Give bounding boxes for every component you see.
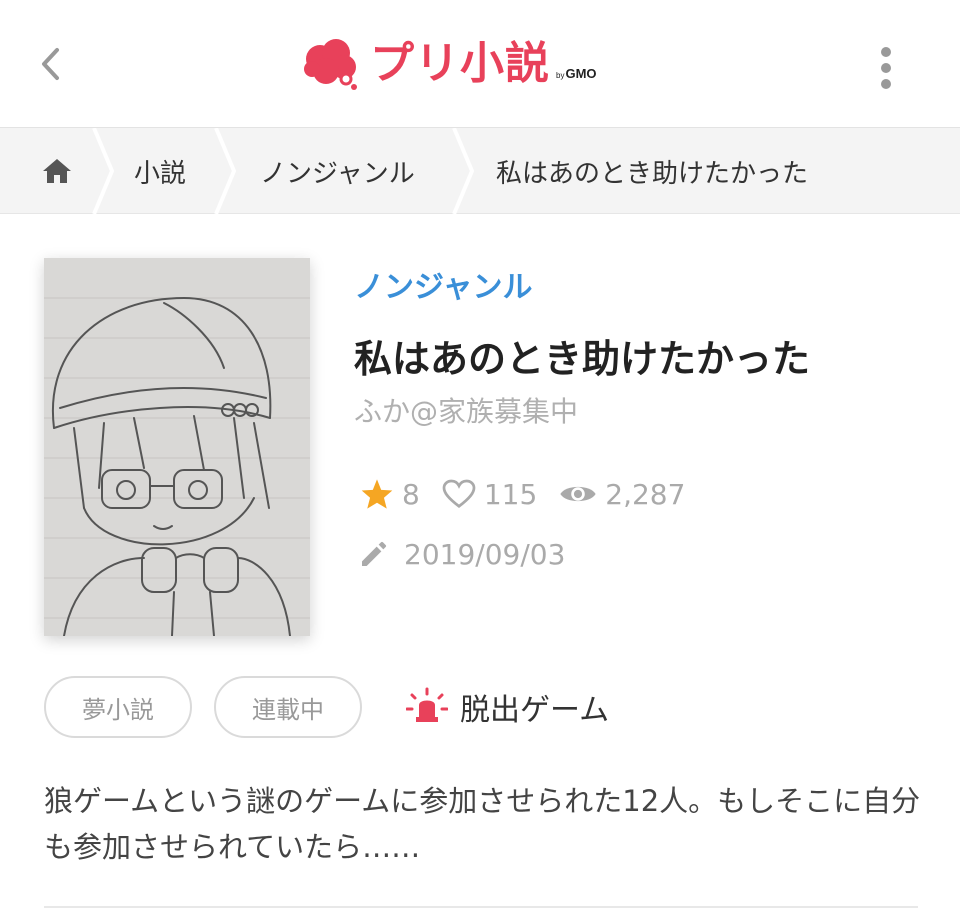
more-dot	[881, 63, 891, 73]
pencil-icon	[362, 541, 387, 566]
likes-count: 115	[483, 477, 538, 511]
eye-icon	[560, 486, 596, 502]
app-header: プリ小説 byGMO	[0, 0, 960, 128]
stars-count: 8	[402, 477, 420, 511]
back-button[interactable]	[28, 36, 72, 92]
stat-views: 2,287	[559, 478, 685, 511]
site-logo[interactable]: プリ小説 byGMO	[300, 30, 660, 98]
heart-icon	[442, 479, 476, 508]
tag-serializing[interactable]: 連載中	[214, 676, 362, 738]
views-count: 2,287	[605, 477, 686, 511]
logo-sub: byGMO	[556, 66, 597, 81]
breadcrumb-item-novels[interactable]: 小説	[134, 128, 186, 214]
breadcrumb-item-title: 私はあのとき助けたかった	[496, 158, 809, 189]
special-tag-label: 脱出ゲーム	[460, 693, 610, 728]
breadcrumb-home[interactable]	[20, 128, 94, 214]
date-text: 2019/09/03	[404, 537, 566, 571]
star-icon	[361, 479, 393, 509]
logo-by: by	[556, 70, 565, 80]
stat-stars: 8	[360, 478, 420, 511]
divider	[44, 906, 918, 908]
chevron-left-icon	[42, 48, 59, 80]
special-tag[interactable]: 脱出ゲーム	[406, 684, 609, 730]
novel-cover-image[interactable]	[44, 258, 310, 636]
author-link[interactable]: ふか@家族募集中	[354, 390, 578, 430]
breadcrumb-separator	[452, 128, 475, 214]
logo-text: プリ小説	[370, 38, 550, 89]
novel-description: 狼ゲームという謎のゲームに参加させられた12人。もしそこに自分も参加させられてい…	[44, 784, 921, 864]
home-icon	[43, 159, 71, 183]
breadcrumb-item-genre[interactable]: ノンジャンル	[260, 128, 415, 214]
breadcrumb: 小説 ノンジャンル 私はあのとき助けたかった	[0, 128, 960, 214]
more-dot	[881, 47, 891, 57]
stat-likes: 115	[442, 478, 537, 511]
novel-title: 私はあのとき助けたかった	[354, 337, 811, 381]
cloud-logo-icon	[304, 39, 357, 90]
more-options-button[interactable]	[864, 40, 908, 96]
update-date: 2019/09/03	[358, 534, 565, 574]
more-dot	[881, 79, 891, 89]
cover-sketch-illustration	[44, 258, 310, 636]
breadcrumb-separator	[214, 128, 237, 214]
breadcrumb-separator	[92, 128, 115, 214]
tag-dream-novel[interactable]: 夢小説	[44, 676, 192, 738]
genre-link[interactable]: ノンジャンル	[354, 262, 533, 306]
logo-gmo: GMO	[565, 65, 597, 81]
novel-stats: 8 115 2,287	[360, 474, 707, 514]
alarm-light-icon	[406, 687, 448, 722]
